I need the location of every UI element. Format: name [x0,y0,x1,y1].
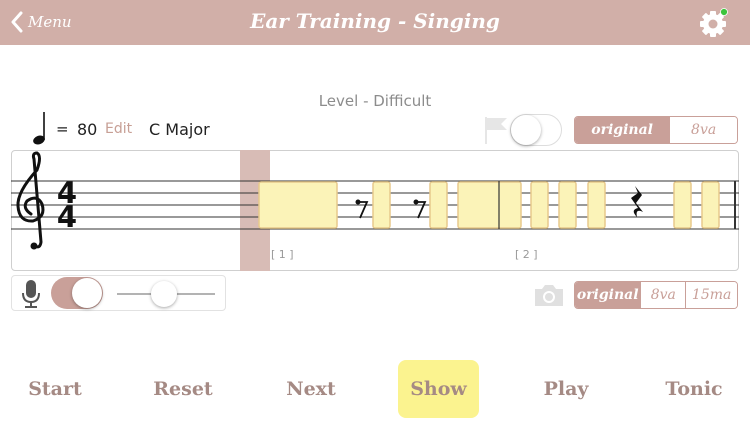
note-block[interactable] [457,181,522,229]
measure-label: [ 2 ] [515,248,538,261]
nav-bar: Menu Ear Training - Singing [0,0,750,45]
level-label: Level - Difficult [318,92,432,110]
tempo-value: 80 [77,120,98,139]
flag-toggle[interactable] [510,114,562,146]
note-block[interactable] [530,181,549,229]
mic-toggle[interactable] [51,277,103,309]
tonic-button[interactable]: Tonic [654,360,734,418]
note-block[interactable] [429,181,448,229]
treble-clef-icon [16,151,45,249]
time-signature-bottom: 4 [57,200,77,234]
slider-thumb[interactable] [151,281,177,307]
flag-toggle-knob [511,115,541,145]
octave-selector-bottom: original 8va 15ma [574,281,738,309]
music-staff: 4 4 [11,150,739,271]
note-block[interactable] [673,181,692,229]
mic-toggle-knob [72,278,102,308]
mic-level-slider[interactable] [117,281,215,307]
octave-15ma-bottom[interactable]: 15ma [685,282,737,308]
notification-dot [720,8,728,16]
note-block[interactable] [587,181,606,229]
note-block[interactable] [372,181,391,229]
flag-icon [485,117,507,144]
octave-original-top[interactable]: original [575,117,670,143]
gear-icon[interactable] [698,8,730,38]
reset-button[interactable]: Reset [143,360,223,418]
note-block[interactable] [258,181,338,229]
next-button[interactable]: Next [271,360,351,418]
show-button[interactable]: Show [398,360,479,418]
microphone-icon [22,280,40,308]
tempo-equals: = [56,120,69,138]
page-title: Ear Training - Singing [250,9,500,33]
start-button[interactable]: Start [15,360,95,418]
edit-tempo-button[interactable]: Edit [105,121,132,137]
quarter-rest-icon [631,186,643,217]
octave-8va-top[interactable]: 8va [669,117,737,143]
quarter-note-icon [33,112,45,145]
key-signature-label: C Major [149,120,210,139]
octave-8va-bottom[interactable]: 8va [640,282,686,308]
octave-original-bottom[interactable]: original [575,282,641,308]
octave-selector-top: original 8va [574,116,738,144]
camera-icon[interactable] [533,282,565,308]
play-button[interactable]: Play [526,360,606,418]
note-block[interactable] [701,181,720,229]
measure-label: [ 1 ] [271,248,294,261]
note-block[interactable] [558,181,577,229]
